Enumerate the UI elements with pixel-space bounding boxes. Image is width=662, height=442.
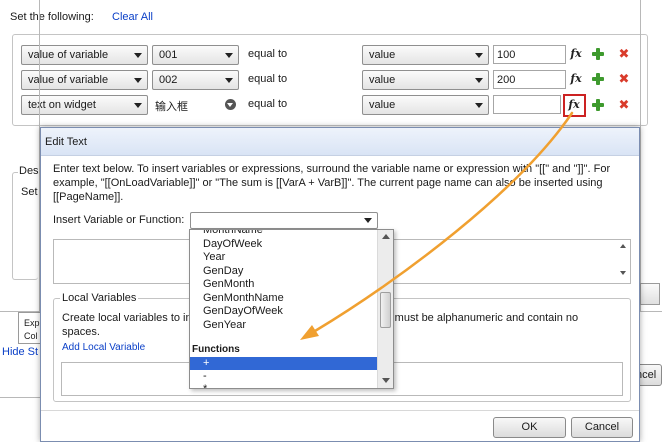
annotation-arrowhead bbox=[300, 325, 319, 340]
annotation-arrow-path bbox=[313, 111, 574, 333]
annotation-arrow bbox=[300, 111, 574, 340]
